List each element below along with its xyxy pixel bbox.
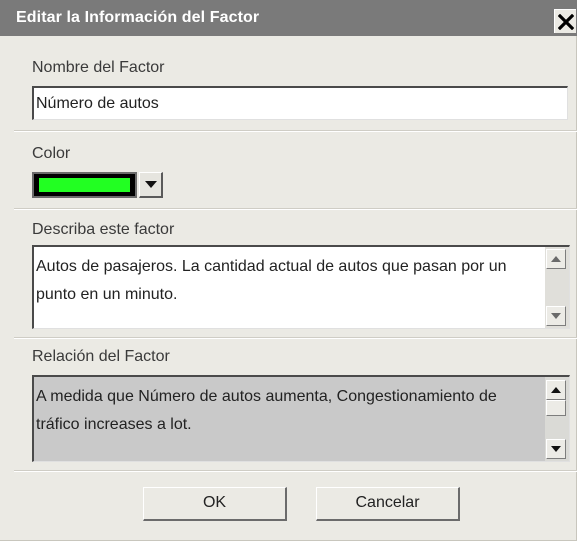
color-dropdown-button[interactable]: [139, 172, 163, 198]
chevron-down-icon: [551, 313, 561, 319]
divider: [14, 337, 577, 339]
chevron-up-icon: [551, 256, 561, 262]
factor-name-input[interactable]: [32, 86, 568, 120]
description-scrollbar[interactable]: [545, 247, 569, 328]
description-label: Describa este factor: [32, 221, 175, 238]
color-swatch-fill: [39, 178, 130, 192]
close-icon: [558, 14, 574, 30]
color-swatch[interactable]: [32, 172, 137, 198]
chevron-up-icon: [551, 387, 561, 393]
color-label: Color: [32, 145, 71, 162]
relationship-textarea[interactable]: A medida que Número de autos aumenta, Co…: [32, 375, 570, 462]
close-button[interactable]: [554, 9, 576, 33]
relationship-label: Relación del Factor: [32, 348, 170, 365]
dialog-title: Editar la Información del Factor: [16, 9, 260, 26]
relationship-text: A medida que Número de autos aumenta, Co…: [36, 388, 497, 433]
relationship-scrollbar[interactable]: [545, 377, 569, 461]
description-text: Autos de pasajeros. La cantidad actual d…: [36, 258, 507, 303]
dialog-titlebar[interactable]: Editar la Información del Factor: [0, 0, 577, 36]
color-dropdown[interactable]: [32, 172, 164, 198]
scroll-down-button[interactable]: [546, 439, 566, 459]
factor-name-label: Nombre del Factor: [32, 59, 165, 76]
chevron-down-icon: [551, 446, 561, 452]
divider: [14, 208, 577, 210]
scroll-down-button[interactable]: [546, 306, 566, 326]
scroll-up-button[interactable]: [546, 249, 566, 269]
scroll-thumb[interactable]: [546, 400, 566, 416]
description-textarea[interactable]: Autos de pasajeros. La cantidad actual d…: [32, 245, 570, 329]
ok-button[interactable]: OK: [143, 487, 287, 521]
scroll-up-button[interactable]: [546, 380, 566, 400]
divider: [14, 130, 577, 132]
cancel-button[interactable]: Cancelar: [316, 487, 460, 521]
divider: [14, 470, 577, 472]
chevron-down-icon: [145, 181, 157, 188]
edit-factor-dialog: Editar la Información del Factor Nombre …: [0, 0, 577, 541]
